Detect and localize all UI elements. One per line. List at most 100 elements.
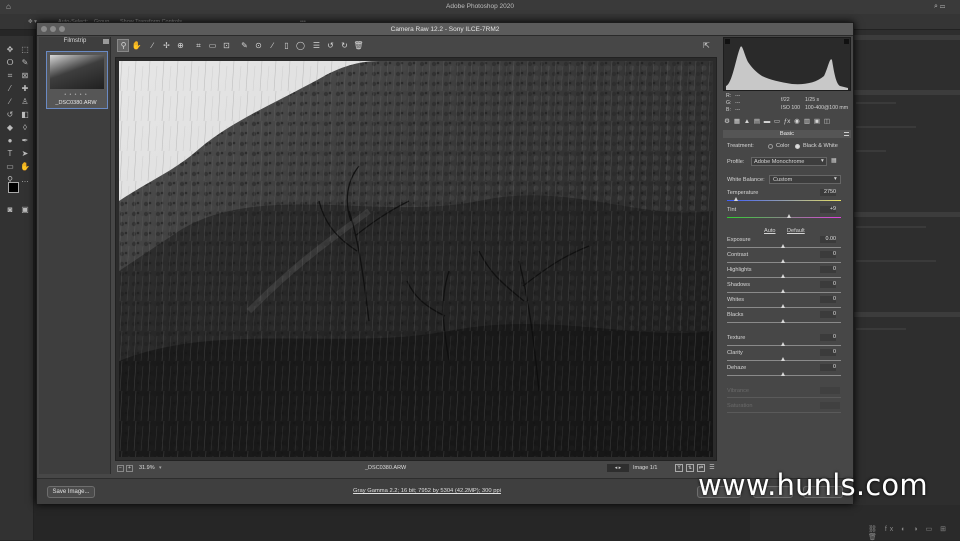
highlights-slider-handle[interactable] [781,274,785,278]
whites-value[interactable]: 0 [820,296,836,303]
layer-actions-icon[interactable]: ⛓ fx ◐ ◑ ▭ ⊞ 🗑 [868,525,958,541]
treatment-color-radio[interactable] [768,144,773,149]
white-balance-dropdown[interactable]: Custom ▾ [769,175,841,184]
type-tool-icon[interactable]: T [4,148,16,160]
bucket-icon[interactable]: ◆ [4,122,16,134]
temperature-slider-handle[interactable] [734,197,738,201]
contrast-value[interactable]: 0 [820,251,836,258]
texture-slider-handle[interactable] [781,342,785,346]
workflow-options-link[interactable]: Gray Gamma 2.2; 16 bit; 7952 by 5304 (42… [237,488,617,494]
default-button[interactable]: Default [787,228,805,234]
filmstrip-thumbnail[interactable]: • • • • • _DSC0380.ARW [46,51,108,109]
rotate-left-icon[interactable]: ↺ [325,40,336,51]
healing-icon[interactable]: ✚ [19,83,31,95]
fullscreen-icon[interactable]: ⇱ [701,40,712,51]
profile-dropdown[interactable]: Adobe Monochrome ▾ [751,157,827,166]
radial-filter-icon[interactable]: ◯ [295,40,306,51]
highlight-clip-warning-icon[interactable] [844,39,849,44]
stamp-tool-icon[interactable]: ♙ [19,96,31,108]
treatment-bw-label[interactable]: Black & White [803,143,838,149]
rating-stars[interactable]: • • • • • [47,92,105,98]
graduated-filter-icon[interactable]: ▯ [281,40,292,51]
hand-tool-icon[interactable]: ✋ [131,40,142,51]
zoom-level[interactable]: 31.9% [139,465,155,471]
preferences-icon[interactable]: ☰ [311,40,322,51]
brush-tool-icon[interactable]: ∕ [4,96,16,108]
marquee-tool-icon[interactable]: ⬚ [19,44,31,56]
exposure-slider-handle[interactable] [781,244,785,248]
zoom-tool-icon[interactable]: ⚲ [118,40,129,51]
path-select-icon[interactable]: ➤ [19,148,31,160]
straighten-icon[interactable]: ▭ [207,40,218,51]
panel-menu-icon[interactable] [844,132,849,136]
basic-tab-icon[interactable]: ⚙ [723,118,731,126]
red-eye-icon[interactable]: ⊙ [253,40,264,51]
auto-button[interactable]: Auto [764,228,776,234]
exposure-value[interactable]: 0.00 [820,236,836,243]
effects-tab-icon[interactable]: ƒx [783,118,791,126]
blur-icon[interactable]: ◊ [19,122,31,134]
split-tone-tab-icon[interactable]: ▬ [763,118,771,126]
rotate-right-icon[interactable]: ↻ [339,40,350,51]
tint-value[interactable]: +9 [820,206,836,213]
shadows-value[interactable]: 0 [820,281,836,288]
lasso-tool-icon[interactable]: ⵔ [4,57,16,69]
profile-browser-icon[interactable]: ▦ [831,157,840,166]
eyedropper-icon[interactable]: ⁄ [4,83,16,95]
spot-removal-icon[interactable]: ✎ [239,40,250,51]
clarity-value[interactable]: 0 [820,349,836,356]
quick-select-icon[interactable]: ✎ [19,57,31,69]
swap-settings-icon[interactable]: ⇅ [686,464,694,472]
tint-slider-handle[interactable] [787,214,791,218]
contrast-slider-handle[interactable] [781,259,785,263]
eraser-icon[interactable]: ◧ [19,109,31,121]
more-tools-icon[interactable]: … [19,174,31,186]
snapshots-tab-icon[interactable]: ▣ [813,118,821,126]
white-balance-icon[interactable]: ∕ [147,40,158,51]
detail-tab-icon[interactable]: ▲ [743,118,751,126]
blacks-slider-handle[interactable] [781,319,785,323]
color-sampler-icon[interactable]: ✢ [161,40,172,51]
search-icon[interactable]: ⌕ ▭ [934,3,952,11]
presets-tab-icon[interactable]: ▥ [803,118,811,126]
lens-tab-icon[interactable]: ▭ [773,118,781,126]
lens-profile-tab-icon[interactable]: ◫ [823,118,831,126]
before-after-icon[interactable]: Y [675,464,683,472]
temperature-slider-track[interactable] [727,200,841,201]
highlights-value[interactable]: 0 [820,266,836,273]
clarity-slider-handle[interactable] [781,357,785,361]
pen-tool-icon[interactable]: ✒ [19,135,31,147]
dehaze-value[interactable]: 0 [820,364,836,371]
hsl-tab-icon[interactable]: ▤ [753,118,761,126]
foreground-color-swatch[interactable] [8,182,19,193]
zoom-dropdown-icon[interactable]: ▾ [159,465,162,471]
shape-tool-icon[interactable]: ▭ [4,161,16,173]
targeted-adjust-icon[interactable]: ⊕ [175,40,186,51]
dehaze-slider-handle[interactable] [781,372,785,376]
zoom-in-button[interactable]: + [126,465,133,472]
shadow-clip-warning-icon[interactable] [725,39,730,44]
crop-tool-icon[interactable]: ⌗ [193,40,204,51]
texture-value[interactable]: 0 [820,334,836,341]
image-preview[interactable] [119,61,713,457]
treatment-color-label[interactable]: Color [776,143,789,149]
blacks-value[interactable]: 0 [820,311,836,318]
filmstrip-collapse-button[interactable] [103,39,109,44]
calibration-tab-icon[interactable]: ◉ [793,118,801,126]
zoom-out-button[interactable]: − [117,465,124,472]
trash-icon[interactable]: 🗑 [353,40,364,51]
hand-tool-icon[interactable]: ✋ [19,161,31,173]
save-image-button[interactable]: Save Image... [47,486,95,498]
transform-icon[interactable]: ⊡ [221,40,232,51]
adjustment-brush-icon[interactable]: ∕ [267,40,278,51]
whites-slider-handle[interactable] [781,304,785,308]
screen-mode-icon[interactable]: ▣ [19,204,31,216]
move-tool-icon[interactable]: ✥ [4,44,16,56]
image-nav-arrows[interactable]: ◂ ▸ [607,464,629,472]
frame-tool-icon[interactable]: ⊠ [19,70,31,82]
quick-mask-icon[interactable]: ◙ [4,204,16,216]
treatment-bw-radio[interactable] [795,144,800,149]
tone-curve-tab-icon[interactable]: ▦ [733,118,741,126]
tint-slider-track[interactable] [727,217,841,218]
dodge-icon[interactable]: ● [4,135,16,147]
